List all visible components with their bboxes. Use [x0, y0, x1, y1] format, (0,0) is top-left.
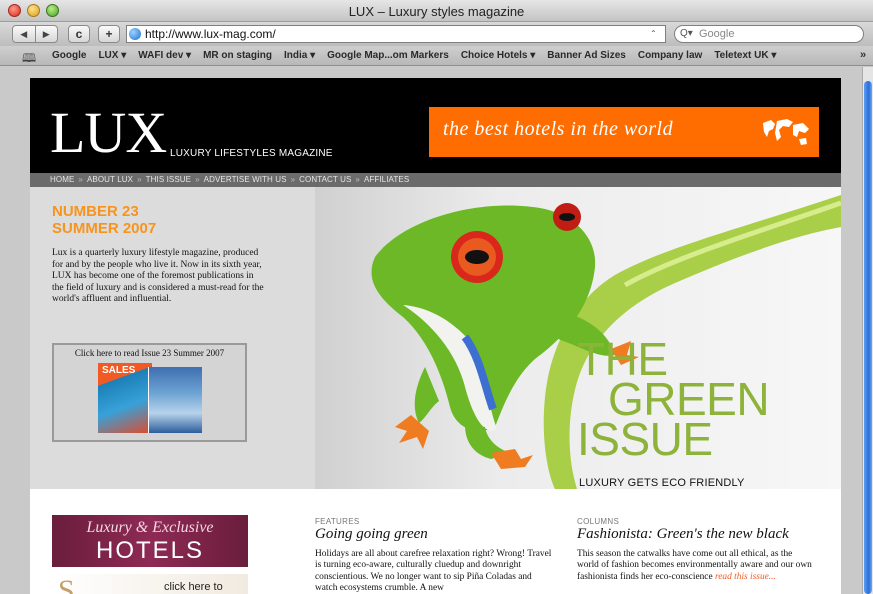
- bookmarks-overflow-icon[interactable]: »: [860, 49, 866, 61]
- window-titlebar: LUX – Luxury styles magazine: [0, 0, 873, 22]
- nav-separator: »: [195, 175, 200, 184]
- cover-sales-text: SALES: [102, 365, 136, 376]
- page-viewport: LUX LUXURY LIFESTYLES MAGAZINE the best …: [0, 67, 862, 594]
- nav-separator: »: [137, 175, 142, 184]
- scrollbar-thumb[interactable]: [864, 81, 872, 594]
- bookmark-item[interactable]: India ▾: [284, 50, 315, 61]
- green-title-line3: ISSUE: [577, 413, 713, 465]
- nav-separator: »: [355, 175, 360, 184]
- reload-button[interactable]: c: [68, 25, 90, 43]
- issue-heading: NUMBER 23 SUMMER 2007: [52, 203, 156, 237]
- columns-column: COLUMNS Fashionista: Green's the new bla…: [577, 517, 815, 583]
- forward-icon[interactable]: ▶: [36, 26, 58, 42]
- hotels-banner-ad[interactable]: the best hotels in the world: [429, 107, 819, 157]
- exclusive-hotels-ad[interactable]: Luxury & Exclusive HOTELS: [52, 515, 248, 567]
- site-nav-items: HOME» ABOUT LUX» THIS ISSUE» ADVERTISE WITH…: [50, 175, 409, 184]
- columns-body: This season the catwalks have come out a…: [577, 549, 815, 583]
- window-title: LUX – Luxury styles magazine: [348, 4, 525, 19]
- nav-link-this-issue[interactable]: THIS ISSUE: [146, 175, 191, 184]
- green-issue-subtitle: LUXURY GETS ECO FRIENDLY: [579, 477, 745, 489]
- bookmarks-bar: 🕮 Google LUX ▾ WAFI dev ▾ MR on staging Indi…: [0, 46, 873, 66]
- browser-toolbar: ◀ ▶ c + http://www.lux-mag.com/ ⌃ Google…: [0, 22, 873, 46]
- read-this-issue-link[interactable]: read this issue...: [715, 572, 776, 582]
- bookmark-item[interactable]: LUX ▾: [98, 50, 126, 61]
- add-bookmark-button[interactable]: +: [98, 25, 120, 43]
- back-icon[interactable]: ◀: [13, 26, 36, 42]
- green-issue-title: THE GREEN ISSUE: [577, 336, 770, 465]
- click-here-text: click here to: [164, 581, 223, 593]
- lower-content: Luxury & Exclusive HOTELS S click here t…: [30, 489, 841, 594]
- bookmark-item[interactable]: Teletext UK ▾: [714, 50, 776, 61]
- click-here-ad[interactable]: S click here to: [52, 574, 248, 594]
- bookmark-item[interactable]: Google Map...om Markers: [327, 50, 449, 61]
- read-issue-box[interactable]: Click here to read Issue 23 Summer 2007 …: [52, 343, 247, 442]
- bookmark-item[interactable]: Company law: [638, 50, 702, 61]
- nav-link-about-lux[interactable]: ABOUT LUX: [87, 175, 133, 184]
- bookmark-item[interactable]: MR on staging: [203, 50, 272, 61]
- issue-sidebar: NUMBER 23 SUMMER 2007 Lux is a quarterly…: [30, 187, 315, 489]
- hero-section: NUMBER 23 SUMMER 2007 Lux is a quarterly…: [30, 187, 841, 489]
- bookmarks-list: Google LUX ▾ WAFI dev ▾ MR on staging India …: [52, 50, 776, 61]
- logo-tagline: LUXURY LIFESTYLES MAGAZINE: [170, 148, 333, 159]
- vertical-scrollbar[interactable]: [862, 67, 873, 594]
- site-globe-icon: [129, 28, 141, 40]
- hotels-ad-script: Luxury & Exclusive: [86, 519, 214, 536]
- nav-link-affiliates[interactable]: AFFILIATES: [364, 175, 409, 184]
- features-column: FEATURES Going going green Holidays are …: [315, 517, 553, 594]
- site-nav: HOME» ABOUT LUX» THIS ISSUE» ADVERTISE WITH…: [30, 173, 841, 187]
- nav-link-advertise-with-us[interactable]: ADVERTISE WITH US: [204, 175, 287, 184]
- issue-season: SUMMER 2007: [52, 220, 157, 237]
- features-title[interactable]: Going going green: [315, 526, 553, 542]
- nav-separator: »: [78, 175, 83, 184]
- columns-kicker: COLUMNS: [577, 517, 620, 526]
- world-map-icon: [763, 119, 809, 145]
- hero-frog-photo: THE GREEN ISSUE LUXURY GETS ECO FRIENDLY: [315, 187, 841, 489]
- bookmark-item[interactable]: Choice Hotels ▾: [461, 50, 535, 61]
- columns-title[interactable]: Fashionista: Green's the new black: [577, 526, 815, 542]
- nav-separator: »: [290, 175, 296, 184]
- features-kicker: FEATURES: [315, 517, 360, 526]
- columns-body-text: This season the catwalks have come out a…: [577, 549, 812, 582]
- banner-text: the best hotels in the world: [443, 118, 674, 140]
- read-issue-label[interactable]: Click here to read Issue 23 Summer 2007: [54, 348, 245, 358]
- search-input[interactable]: Google: [674, 25, 864, 43]
- issue-cover-back[interactable]: [148, 367, 202, 433]
- search-icon[interactable]: Q▾: [680, 28, 693, 39]
- bookmark-item[interactable]: Banner Ad Sizes: [547, 50, 626, 61]
- address-dropdown-icon[interactable]: ⌃: [650, 29, 657, 38]
- address-bar[interactable]: http://www.lux-mag.com/: [126, 25, 666, 43]
- nav-link-home[interactable]: HOME: [50, 175, 74, 184]
- lux-logo[interactable]: LUX: [50, 104, 167, 162]
- hotels-ad-word: HOTELS: [95, 537, 205, 564]
- intro-text: Lux is a quarterly luxury lifestyle maga…: [52, 248, 264, 305]
- bookmark-item[interactable]: Google: [52, 50, 86, 61]
- bookmark-item[interactable]: WAFI dev ▾: [138, 50, 191, 61]
- ad-logo-icon: S: [58, 574, 75, 594]
- nav-link-contact-us[interactable]: CONTACT US: [299, 175, 351, 184]
- issue-number: NUMBER 23: [52, 203, 139, 220]
- masthead: LUX LUXURY LIFESTYLES MAGAZINE the best …: [30, 78, 841, 173]
- lux-page: LUX LUXURY LIFESTYLES MAGAZINE the best …: [30, 78, 841, 594]
- features-body: Holidays are all about carefree relaxati…: [315, 549, 552, 594]
- back-forward-buttons[interactable]: ◀ ▶: [12, 25, 58, 43]
